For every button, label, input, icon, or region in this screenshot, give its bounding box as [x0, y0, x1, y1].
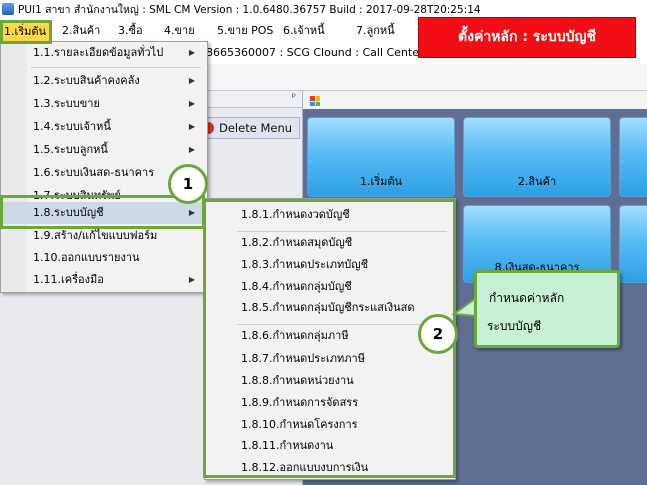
delete-menu-label: Delete Menu: [219, 121, 293, 135]
step-1-badge: 1: [168, 164, 208, 204]
menu-purchase[interactable]: 3.ซื้อ: [118, 20, 143, 42]
menu-pos[interactable]: 5.ขาย POS: [217, 20, 273, 42]
app-icon: [2, 3, 14, 15]
pin-icon[interactable]: ᵖ: [292, 92, 296, 103]
dd-item-tools[interactable]: 1.11.เครื่องมือ ▶: [1, 269, 207, 291]
banner-title: ตั้งค่าหลัก : ระบบบัญชี: [418, 17, 636, 58]
callout-line-2: ระบบบัญชี: [487, 319, 542, 333]
delete-menu-button[interactable]: Delete Menu: [198, 117, 300, 139]
info-text: 8665360007 : SCG Clound : Call Center: [206, 46, 424, 59]
menu-products[interactable]: 2.สินค้า: [62, 20, 100, 42]
dd-item-inventory[interactable]: 1.2.ระบบสินค้าคงคลัง ▶: [1, 70, 207, 92]
dd-item-report-designer[interactable]: 1.10.ออกแบบรายงาน: [1, 247, 207, 269]
dashboard-header: [303, 91, 647, 109]
menu-separator: [31, 67, 201, 68]
tiles-icon: [310, 96, 320, 106]
dd-item-sales[interactable]: 1.3.ระบบขาย ▶: [1, 93, 207, 115]
submenu-arrow-icon: ▶: [188, 122, 195, 131]
window-title: PUI1 สาขา สำนักงานใหญ่ : SML CM Version …: [18, 4, 481, 16]
tile-3[interactable]: [619, 117, 647, 197]
callout-box: กำหนดค่าหลัก ระบบบัญชี: [474, 270, 620, 348]
menu-payables[interactable]: 6.เจ้าหนี้: [283, 20, 325, 42]
tile-7[interactable]: [619, 205, 647, 283]
dd-item-payables[interactable]: 1.4.ระบบเจ้าหนี้ ▶: [1, 116, 207, 138]
submenu-arrow-icon: ▶: [188, 275, 195, 284]
submenu-arrow-icon: ▶: [188, 48, 195, 57]
menu-sales[interactable]: 4.ขาย: [164, 20, 195, 42]
highlight-accounting-item: [0, 195, 205, 229]
highlight-start-menu: [0, 20, 52, 44]
submenu-arrow-icon: ▶: [188, 76, 195, 85]
menu-receivables[interactable]: 7.ลูกหนี้: [356, 20, 395, 42]
tile-products[interactable]: 2.สินค้า: [463, 117, 611, 197]
callout-line-1: กำหนดค่าหลัก: [489, 291, 565, 305]
dd-item-general-info[interactable]: 1.1.รายละเอียดข้อมูลทั่วไป ▶: [1, 42, 207, 64]
submenu-arrow-icon: ▶: [188, 145, 195, 154]
submenu-arrow-icon: ▶: [188, 99, 195, 108]
dd-item-receivables[interactable]: 1.5.ระบบลูกหนี้ ▶: [1, 139, 207, 161]
tile-start[interactable]: 1.เริ่มต้น: [307, 117, 455, 197]
